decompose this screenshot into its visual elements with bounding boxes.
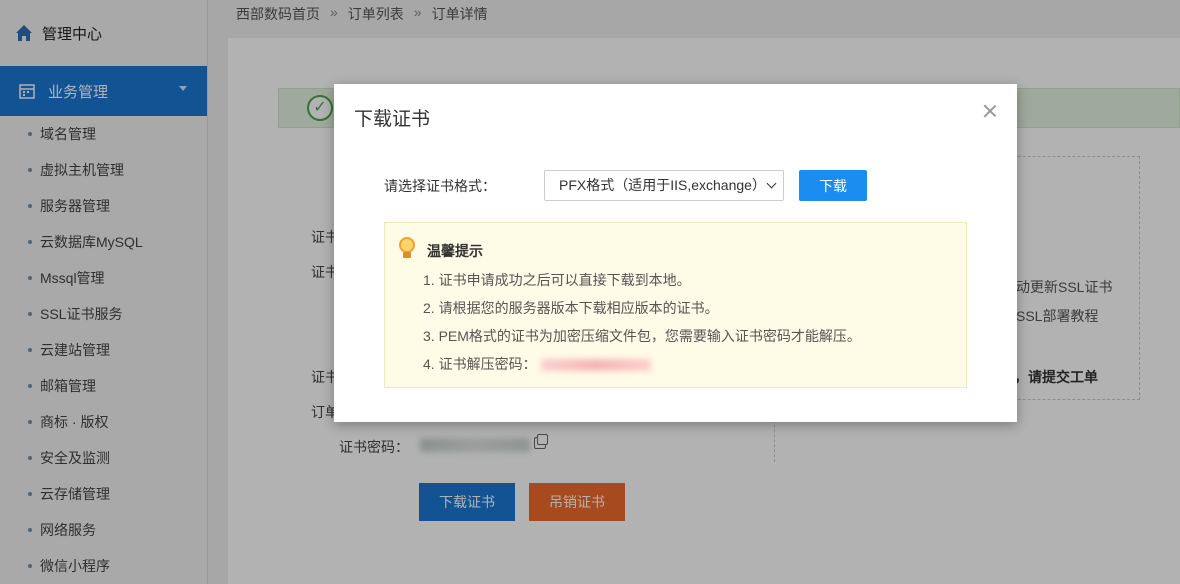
download-cert-modal: 下载证书 请选择证书格式： PFX格式（适用于IIS,exchange） 下载 … xyxy=(334,84,1017,422)
chevron-down-icon xyxy=(766,178,777,189)
tips-box: 温馨提示 1. 证书申请成功之后可以直接下载到本地。 2. 请根据您的服务器版本… xyxy=(384,222,967,388)
tip-text: 4. 证书解压密码： xyxy=(423,356,537,372)
tips-list: 1. 证书申请成功之后可以直接下载到本地。 2. 请根据您的服务器版本下载相应版… xyxy=(423,267,861,379)
tip-item: 1. 证书申请成功之后可以直接下载到本地。 xyxy=(423,267,861,295)
format-label: 请选择证书格式： xyxy=(384,178,496,194)
tip-text: 2. 请根据您的服务器版本下载相应版本的证书。 xyxy=(423,300,719,316)
tip-text: 3. PEM格式的证书为加密压缩文件包，您需要输入证书密码才能解压。 xyxy=(423,328,861,344)
tip-text: 1. 证书申请成功之后可以直接下载到本地。 xyxy=(423,272,691,288)
lightbulb-icon xyxy=(399,237,415,259)
modal-title: 下载证书 xyxy=(354,109,431,130)
unzip-password-value xyxy=(540,359,651,372)
modal-download-button[interactable]: 下载 xyxy=(799,170,867,201)
format-select[interactable]: PFX格式（适用于IIS,exchange） xyxy=(544,170,784,201)
format-select-value: PFX格式（适用于IIS,exchange） xyxy=(559,177,766,193)
tip-item: 4. 证书解压密码： xyxy=(423,351,861,379)
tip-item: 2. 请根据您的服务器版本下载相应版本的证书。 xyxy=(423,295,861,323)
close-icon[interactable] xyxy=(983,104,997,118)
tip-item: 3. PEM格式的证书为加密压缩文件包，您需要输入证书密码才能解压。 xyxy=(423,323,861,351)
tips-title: 温馨提示 xyxy=(427,243,483,259)
